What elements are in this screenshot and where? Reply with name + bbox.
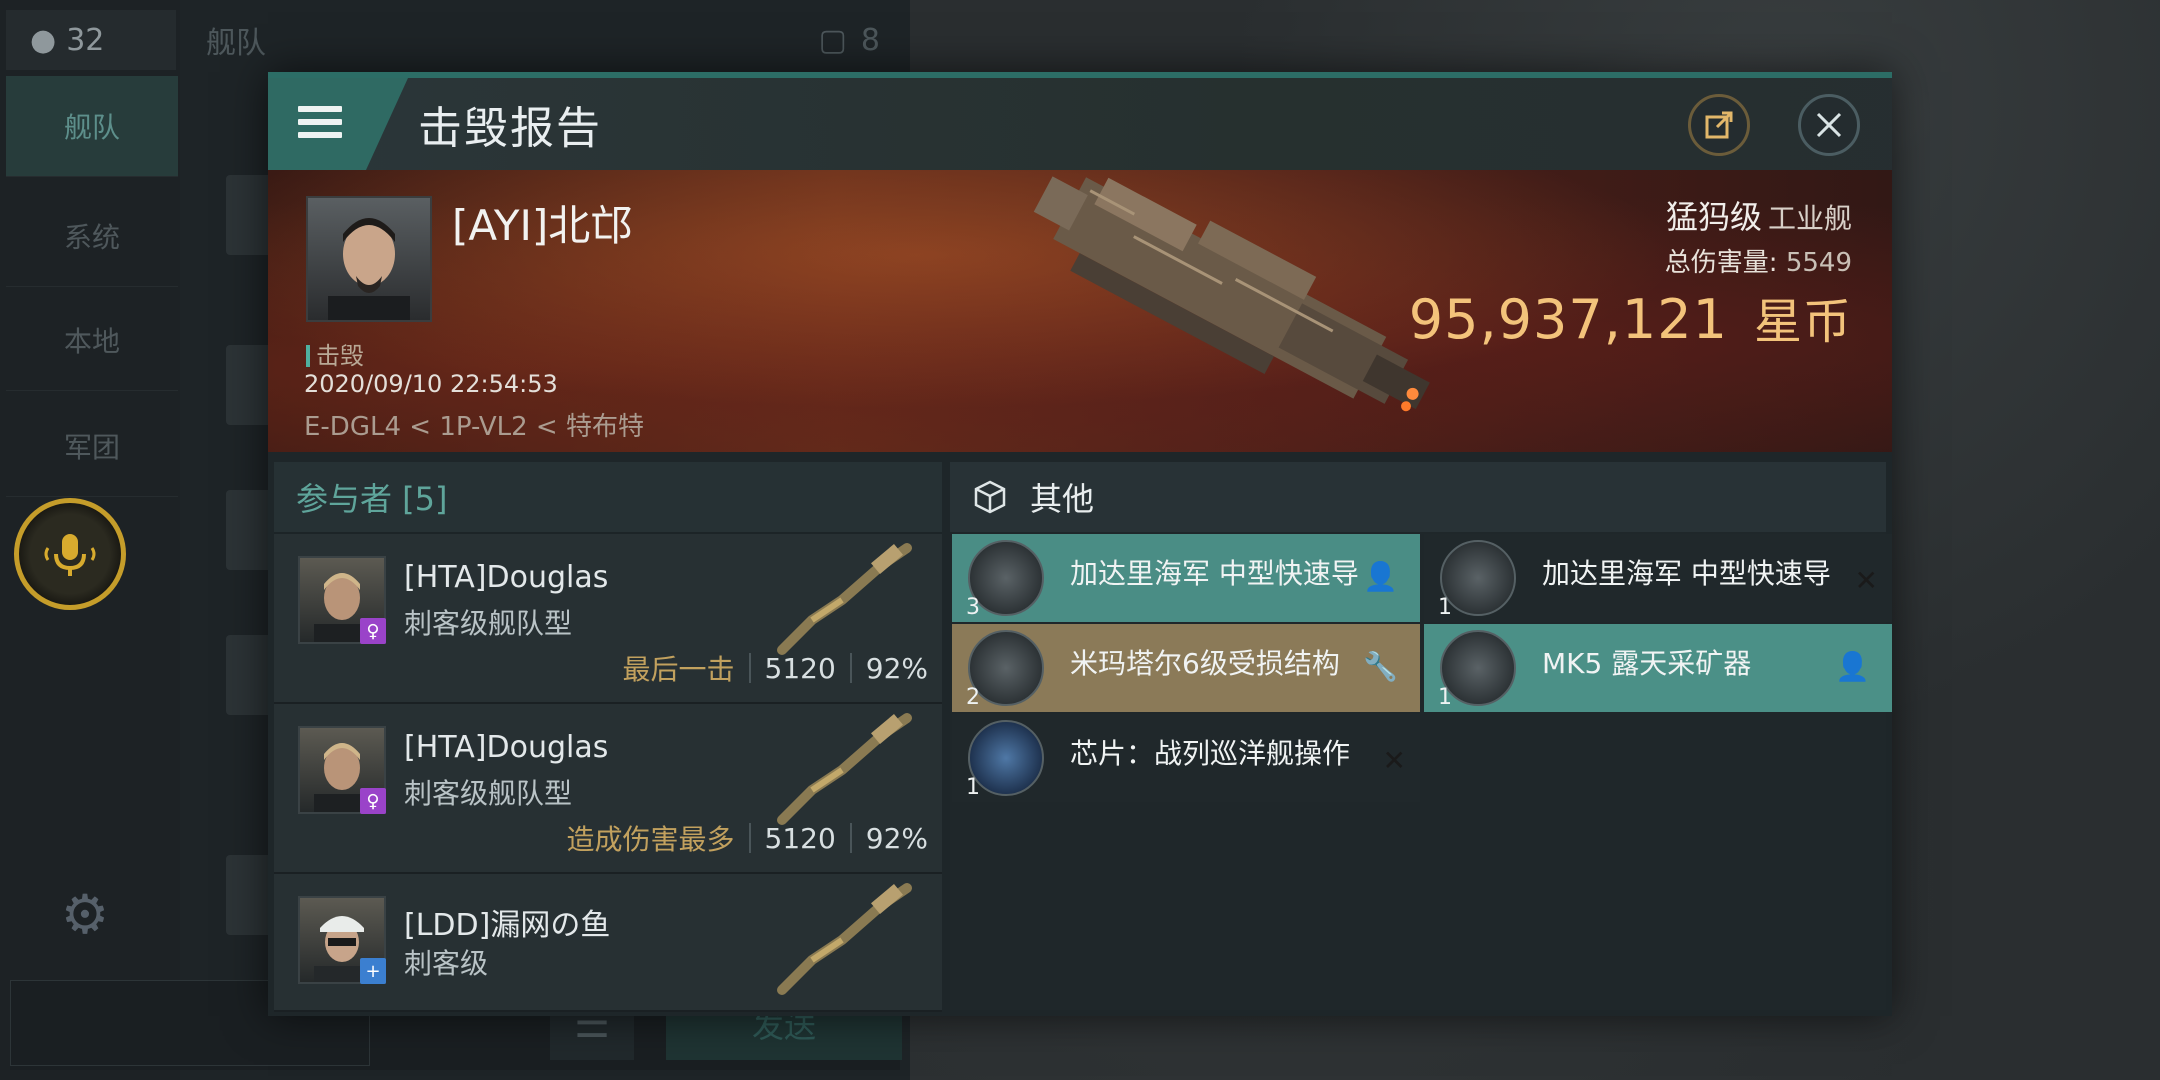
participant-ship: 刺客级舰队型 [404, 777, 573, 810]
modal-titlebar: 击毁报告 [268, 78, 1892, 170]
gender-badge-icon: ♀ [360, 618, 386, 644]
person-icon: 👤 [1835, 650, 1870, 683]
modal-title: 击毁报告 [418, 103, 602, 154]
destroyed-x-icon: ✕ [1854, 564, 1878, 597]
isk-value: 95,937,121 星币 [1409, 282, 1852, 352]
weapon-icon [777, 543, 912, 655]
participant-name: [HTA]Douglas [404, 560, 609, 595]
participant-percent: 92% [865, 821, 928, 855]
item-tile[interactable]: 3 加达里海军 中型快速导 👤 [952, 534, 1420, 622]
participants-panel: 参与者 [5] ♀ [HTA]Douglas 刺客级舰队型 最后一击 5120 … [274, 462, 942, 1012]
chat-title: 舰队 [206, 26, 266, 61]
voice-mic-button[interactable] [14, 498, 126, 610]
items-header-label: 其他 [1030, 480, 1095, 518]
item-quantity: 1 [966, 775, 980, 800]
participant-name: [HTA]Douglas [404, 730, 609, 765]
item-name: 米玛塔尔6级受损结构 [1070, 647, 1340, 680]
channel-tab-corp[interactable]: 军团 [6, 396, 178, 497]
person-icon: ● [30, 22, 57, 58]
kill-report-modal: 击毁报告 [AYI]北邙 击毁 2020/09/10 22:54:53 E-DG… [268, 72, 1892, 1016]
kill-location[interactable]: E-DGL4 < 1P-VL2 < 特布特 [304, 406, 644, 443]
item-quantity: 2 [966, 685, 980, 710]
victim-portrait[interactable] [306, 196, 432, 322]
dropped-items-panel: 其他 3 加达里海军 中型快速导 👤 1 加达里海军 中型快速导 ✕ 2 米玛塔… [950, 462, 1892, 1010]
item-tile[interactable]: 2 米玛塔尔6级受损结构 🔧 [952, 624, 1420, 712]
close-icon [1816, 112, 1842, 138]
participant-stats: 造成伤害最多 5120 92% [566, 818, 928, 858]
final-blow-tag: 最后一击 [622, 653, 735, 686]
gear-icon[interactable]: ⚙ [58, 888, 112, 942]
item-name: MK5 露天采矿器 [1542, 647, 1752, 680]
hamburger-menu-icon [298, 106, 342, 142]
share-icon [1705, 111, 1733, 139]
victim-banner: [AYI]北邙 击毁 2020/09/10 22:54:53 E-DGL4 < … [268, 170, 1892, 452]
ship-class-type: 工业舰 [1767, 202, 1852, 235]
participant-percent: 92% [865, 651, 928, 685]
participant-row[interactable]: ♀ [HTA]Douglas 刺客级舰队型 最后一击 5120 92% [274, 534, 942, 704]
item-name: 芯片：战列巡洋舰操作 [1070, 737, 1351, 770]
person-icon: 👤 [1363, 560, 1398, 593]
item-quantity: 3 [966, 595, 980, 620]
player-count: ● 32 [6, 10, 176, 70]
gender-badge-icon: ♀ [360, 788, 386, 814]
participant-row[interactable]: + [LDD]漏网の鱼 刺客级 [274, 874, 942, 1012]
item-name: 加达里海军 中型快速导 [1070, 557, 1359, 590]
channel-tab-label: 舰队 [63, 111, 120, 144]
total-damage: 总伤害量: 5549 [1665, 242, 1852, 279]
microphone-icon [44, 534, 96, 576]
victim-name[interactable]: [AYI]北邙 [452, 192, 632, 253]
menu-button[interactable] [268, 78, 408, 170]
item-tile[interactable]: 1 加达里海军 中型快速导 ✕ [1424, 534, 1892, 622]
kill-status-label: 击毁 [316, 342, 364, 370]
participant-portrait[interactable]: + [298, 896, 386, 984]
item-tile[interactable]: 1 MK5 露天采矿器 👤 [1424, 624, 1892, 712]
item-quantity: 1 [1438, 595, 1452, 620]
items-header: 其他 [950, 462, 1886, 532]
participant-portrait[interactable]: ♀ [298, 726, 386, 814]
total-damage-label: 总伤害量: [1664, 248, 1778, 278]
chat-channel-rail: ● 32 舰队 系统 本地 军团 ⚙ [0, 0, 180, 1080]
participant-stats: 最后一击 5120 92% [622, 648, 928, 688]
participant-name: [LDD]漏网の鱼 [404, 908, 611, 943]
chat-member-count-value: 8 [860, 22, 880, 58]
ship-class-name: 猛犸级 [1665, 198, 1762, 236]
participant-ship: 刺客级舰队型 [404, 607, 573, 640]
chat-member-count: ▢ 8 [819, 23, 880, 58]
participant-damage: 5120 [764, 651, 836, 685]
participant-ship: 刺客级 [404, 947, 489, 980]
weapon-icon [777, 883, 912, 995]
ship-class[interactable]: 猛犸级 工业舰 [1666, 192, 1852, 238]
isk-currency: 星币 [1753, 294, 1852, 350]
wrench-icon: 🔧 [1363, 650, 1398, 683]
item-tile[interactable]: 1 芯片：战列巡洋舰操作 ✕ [952, 714, 1420, 802]
item-quantity: 1 [1438, 685, 1452, 710]
kill-status: 击毁 [306, 336, 364, 371]
chat-header: 舰队 ▢ 8 [180, 10, 910, 70]
participant-damage: 5120 [764, 821, 836, 855]
item-name: 加达里海军 中型快速导 [1542, 557, 1831, 590]
channel-tab-fleet[interactable]: 舰队 [6, 76, 178, 177]
weapon-icon [777, 713, 912, 825]
channel-tab-local[interactable]: 本地 [6, 290, 178, 391]
participants-header: 参与者 [5] [274, 462, 942, 532]
cube-icon [974, 480, 1006, 514]
channel-tab-label: 系统 [63, 221, 120, 254]
corp-badge-icon: + [360, 958, 386, 984]
participant-portrait[interactable]: ♀ [298, 556, 386, 644]
player-count-value: 32 [66, 22, 105, 58]
channel-tab-label: 本地 [63, 325, 120, 358]
close-button[interactable] [1798, 94, 1860, 156]
destroyed-x-icon: ✕ [1382, 744, 1406, 777]
total-damage-value: 5549 [1785, 248, 1852, 278]
participant-row[interactable]: ♀ [HTA]Douglas 刺客级舰队型 造成伤害最多 5120 92% [274, 704, 942, 874]
kill-timestamp: 2020/09/10 22:54:53 [304, 370, 558, 398]
channel-tab-system[interactable]: 系统 [6, 186, 178, 287]
window-icon: ▢ [818, 22, 847, 58]
isk-amount: 95,937,121 [1408, 288, 1728, 351]
top-damage-tag: 造成伤害最多 [566, 823, 735, 856]
share-button[interactable] [1688, 94, 1750, 156]
channel-tab-label: 军团 [63, 431, 120, 464]
pilot-face-image [328, 218, 410, 320]
